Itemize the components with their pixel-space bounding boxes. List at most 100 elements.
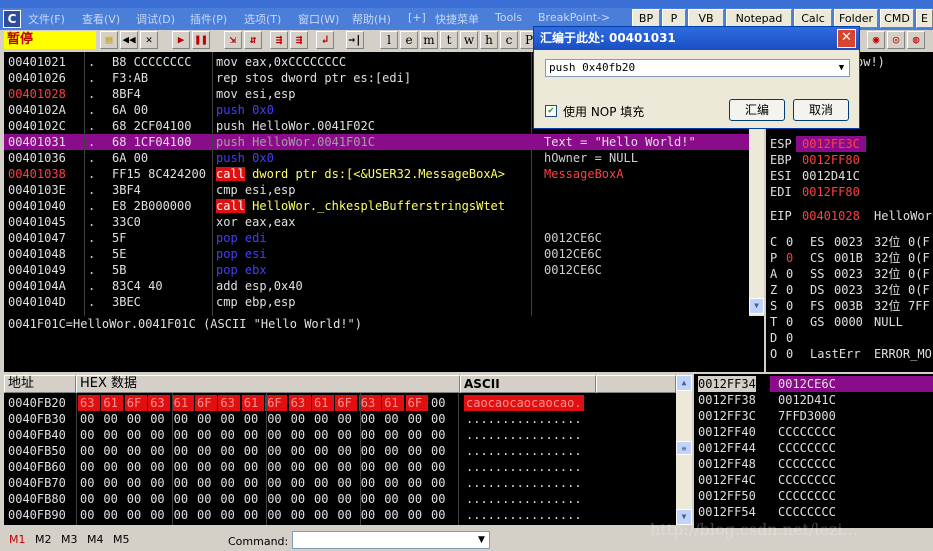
dump-byte[interactable]: 00	[267, 507, 281, 523]
dump-byte[interactable]: 61	[103, 395, 117, 411]
disasm-row[interactable]: 0040103E. 3BF4 cmp esi,esp	[4, 182, 749, 198]
dump-byte[interactable]: 00	[244, 491, 258, 507]
dump-byte[interactable]: 00	[127, 459, 141, 475]
dump-byte[interactable]: 00	[103, 491, 117, 507]
stack-value[interactable]: 7FFD3000	[778, 408, 836, 424]
dump-byte[interactable]: 00	[150, 475, 164, 491]
dump-byte[interactable]: 00	[384, 459, 398, 475]
stack-value[interactable]: CCCCCCCC	[778, 504, 836, 520]
dump-byte[interactable]: 00	[361, 475, 375, 491]
dump-byte[interactable]: 00	[103, 443, 117, 459]
disasm-row[interactable]: 00401040. E8 2B000000 call HelloWor._chkes…	[4, 198, 749, 214]
dump-byte[interactable]: 00	[337, 475, 351, 491]
assemble-button[interactable]: 汇编	[729, 99, 785, 121]
dump-byte[interactable]: 00	[80, 475, 94, 491]
dump-byte[interactable]: 00	[103, 427, 117, 443]
dump-byte[interactable]: 00	[291, 427, 305, 443]
disasm-row[interactable]: 00401049. 5B pop ebx	[4, 262, 749, 278]
dump-byte[interactable]: 00	[337, 491, 351, 507]
stack-pane[interactable]: 0012FF34 0012CE6C 0012FF38 0012D41C 0012FF3C…	[694, 374, 933, 528]
dump-ascii[interactable]: ................	[466, 507, 582, 523]
dump-byte[interactable]: 00	[384, 443, 398, 459]
dump-byte[interactable]: 00	[150, 507, 164, 523]
disasm-row[interactable]: 00401045. 33C0 xor eax,eax	[4, 214, 749, 230]
stack-value[interactable]: CCCCCCCC	[778, 472, 836, 488]
dump-byte[interactable]: 00	[431, 491, 445, 507]
disasm-row[interactable]: 00401038. FF15 8C424200 call dword ptr ds:…	[4, 166, 749, 182]
dump-byte[interactable]: 00	[174, 459, 188, 475]
step-over-icon[interactable]: ⇵	[244, 31, 262, 49]
step-into-icon[interactable]: ⇲	[224, 31, 242, 49]
menu-file[interactable]: 文件(F)	[28, 11, 65, 27]
dump-byte[interactable]: 6F	[127, 395, 141, 411]
dump-byte[interactable]: 00	[220, 411, 234, 427]
dump-byte[interactable]: 00	[197, 411, 211, 427]
trace-into-icon[interactable]: ⇶	[270, 31, 288, 49]
dump-byte[interactable]: 00	[103, 459, 117, 475]
dump-byte[interactable]: 00	[384, 411, 398, 427]
nop-fill-checkbox[interactable]: ✔	[545, 105, 557, 117]
menu-help[interactable]: 帮助(H)	[352, 11, 391, 27]
flag-value[interactable]: 0	[786, 330, 793, 346]
dump-byte[interactable]: 00	[291, 459, 305, 475]
dump-byte[interactable]: 61	[174, 395, 188, 411]
menu-debug[interactable]: 调试(D)	[136, 11, 175, 27]
stack-value[interactable]: CCCCCCCC	[778, 424, 836, 440]
dump-byte[interactable]: 00	[314, 459, 328, 475]
register-value[interactable]: 0012FE3C	[802, 136, 860, 152]
cancel-button[interactable]: 取消	[793, 99, 849, 121]
dump-byte[interactable]: 00	[127, 475, 141, 491]
menu-breakpoint[interactable]: BreakPoint->	[538, 11, 610, 24]
dump-byte[interactable]: 00	[314, 475, 328, 491]
dump-byte[interactable]: 00	[197, 491, 211, 507]
disasm-row[interactable]: 00401047. 5F pop edi	[4, 230, 749, 246]
dump-byte[interactable]: 00	[431, 459, 445, 475]
dump-byte[interactable]: 00	[127, 443, 141, 459]
execute-till-return-icon[interactable]: ↲	[316, 31, 334, 49]
dump-byte[interactable]: 00	[220, 491, 234, 507]
dump-byte[interactable]: 00	[220, 427, 234, 443]
flag-value[interactable]: 0	[786, 346, 793, 362]
dump-byte[interactable]: 63	[220, 395, 234, 411]
trace-over-icon[interactable]: ⇶	[290, 31, 308, 49]
dump-byte[interactable]: 00	[197, 475, 211, 491]
register-value[interactable]: 0012D41C	[802, 168, 860, 184]
tab-m1[interactable]: M1	[9, 533, 26, 546]
close-process-icon[interactable]: ✕	[140, 31, 158, 49]
dump-byte[interactable]: 00	[291, 411, 305, 427]
dump-byte[interactable]: 00	[150, 459, 164, 475]
dump-byte[interactable]: 00	[174, 427, 188, 443]
disasm-row[interactable]: 0040104D. 3BEC cmp ebp,esp	[4, 294, 749, 310]
dump-byte[interactable]: 00	[408, 427, 422, 443]
dump-ascii[interactable]: ................	[466, 459, 582, 475]
dump-byte[interactable]: 00	[408, 507, 422, 523]
run-icon[interactable]: ▶	[172, 31, 190, 49]
dump-byte[interactable]: 00	[197, 443, 211, 459]
settings-icon[interactable]: ◉	[867, 31, 885, 49]
dump-byte[interactable]: 00	[80, 507, 94, 523]
dump-byte[interactable]: 00	[244, 475, 258, 491]
dump-byte[interactable]: 00	[361, 427, 375, 443]
dump-byte[interactable]: 00	[150, 427, 164, 443]
dump-byte[interactable]: 00	[80, 491, 94, 507]
dump-byte[interactable]: 00	[314, 411, 328, 427]
handles-button[interactable]: h	[480, 31, 498, 49]
plugin-cmd-button[interactable]: CMD	[880, 9, 914, 28]
dump-byte[interactable]: 00	[103, 507, 117, 523]
dump-byte[interactable]: 00	[220, 459, 234, 475]
dump-byte[interactable]: 00	[220, 443, 234, 459]
dump-byte[interactable]: 6F	[197, 395, 211, 411]
stack-value[interactable]: CCCCCCCC	[778, 456, 836, 472]
dump-byte[interactable]: 61	[314, 395, 328, 411]
dump-byte[interactable]: 00	[361, 491, 375, 507]
dump-byte[interactable]: 00	[291, 491, 305, 507]
restart-icon[interactable]: ◀◀	[120, 31, 138, 49]
dump-ascii[interactable]: ................	[466, 443, 582, 459]
menu-window[interactable]: 窗口(W)	[298, 11, 339, 27]
modules-button[interactable]: e	[400, 31, 418, 49]
menu-options[interactable]: 选项(T)	[244, 11, 281, 27]
dialog-close-button[interactable]: ✕	[837, 29, 856, 48]
chevron-down-icon[interactable]: ▼	[834, 60, 849, 76]
tab-m5[interactable]: M5	[113, 533, 130, 546]
dump-byte[interactable]: 63	[361, 395, 375, 411]
